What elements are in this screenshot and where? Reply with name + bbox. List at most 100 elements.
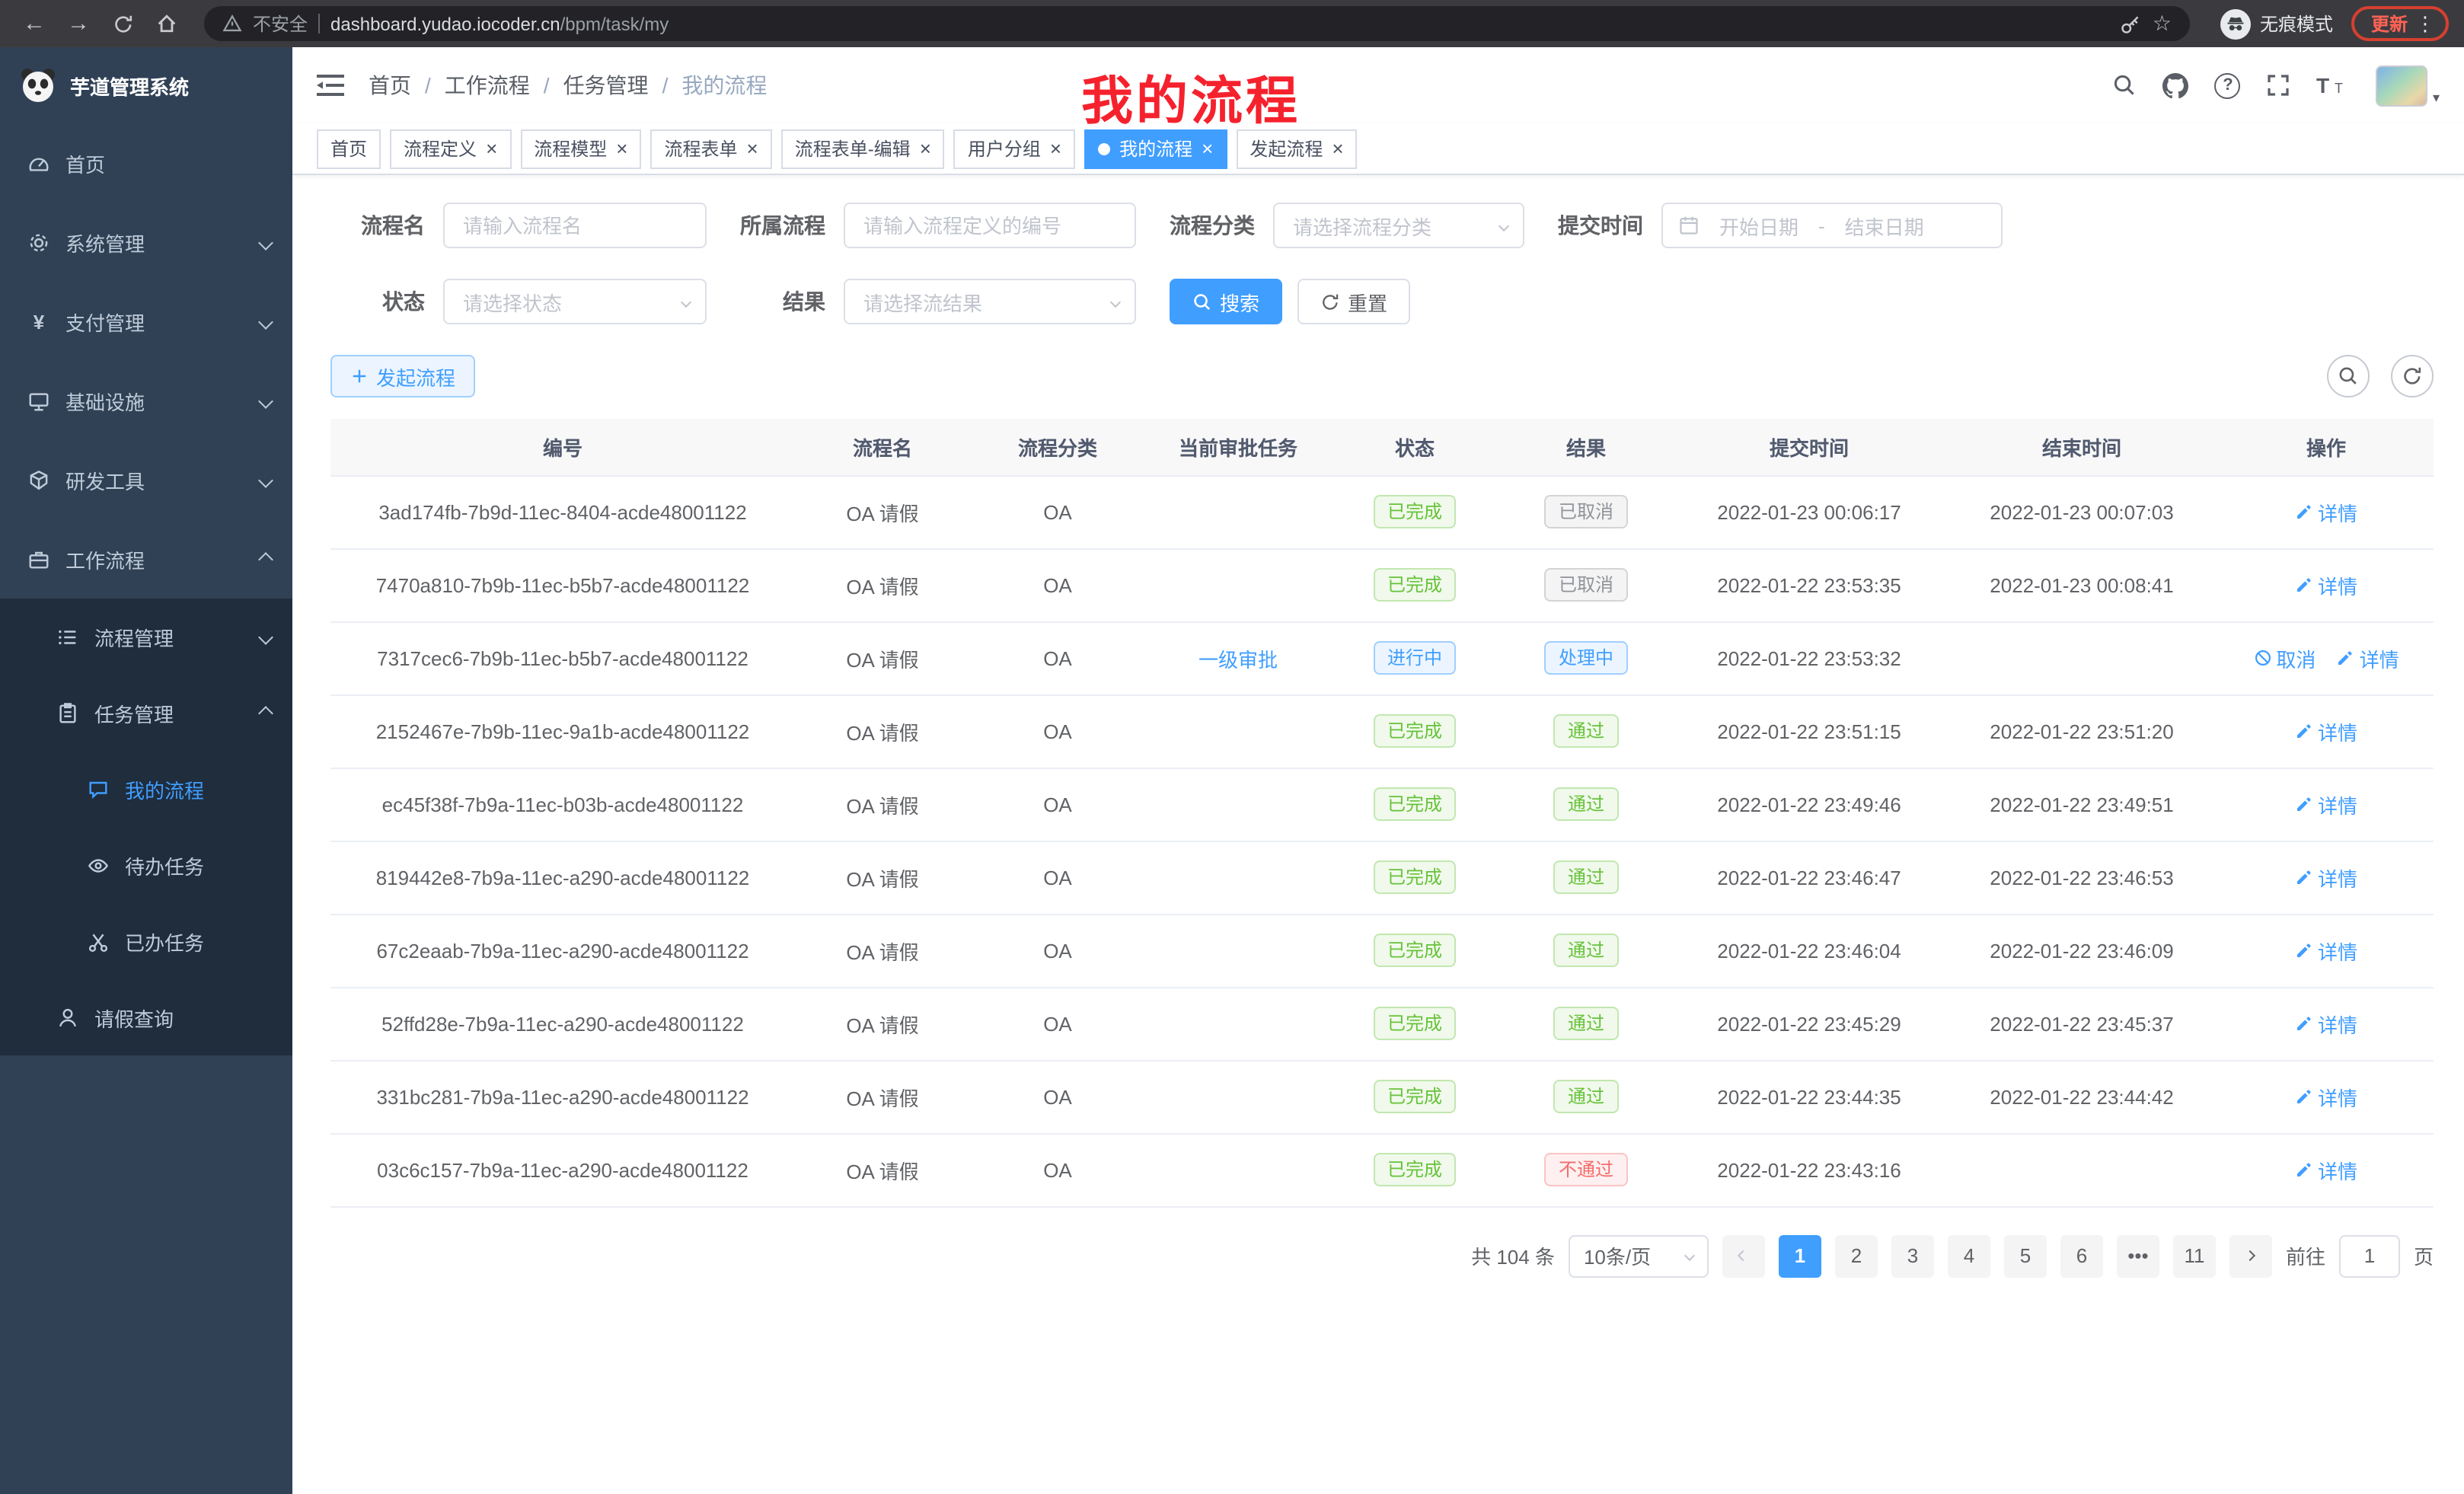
tab-close-icon[interactable]: ×: [920, 139, 931, 158]
cancel-link[interactable]: 取消: [2253, 643, 2316, 672]
submit-time-range-picker[interactable]: 开始日期 - 结束日期: [1661, 203, 2003, 248]
page-button-4[interactable]: 4: [1948, 1234, 1990, 1277]
avatar[interactable]: [2376, 65, 2428, 106]
sidebar-item-system[interactable]: 系统管理: [0, 203, 292, 282]
detail-link[interactable]: 详情: [2295, 936, 2357, 965]
tags-view-bar: 首页 流程定义× 流程模型× 流程表单× 流程表单-编辑× 用户分组× 我的流程…: [292, 123, 2464, 175]
end-time: 2022-01-22 23:46:09: [1990, 939, 2173, 962]
detail-link[interactable]: 详情: [2295, 1082, 2357, 1111]
tab-process-form-edit[interactable]: 流程表单-编辑×: [781, 129, 945, 168]
prev-page-button[interactable]: [1722, 1234, 1765, 1277]
tab-process-model[interactable]: 流程模型×: [520, 129, 641, 168]
submit-time: 2022-01-22 23:53:32: [1717, 646, 1901, 669]
tab-close-icon[interactable]: ×: [1202, 139, 1213, 158]
more-pages-button[interactable]: •••: [2117, 1234, 2159, 1277]
tab-close-icon[interactable]: ×: [747, 139, 758, 158]
process-name: OA 请假: [846, 648, 918, 671]
detail-link[interactable]: 详情: [2295, 1009, 2357, 1038]
sidebar-item-home[interactable]: 首页: [0, 123, 292, 203]
detail-link[interactable]: 详情: [2337, 643, 2399, 672]
detail-link[interactable]: 详情: [2295, 717, 2357, 745]
start-process-button[interactable]: 发起流程: [330, 355, 475, 397]
search-button[interactable]: 搜索: [1170, 279, 1282, 324]
fullscreen-icon[interactable]: [2267, 73, 2291, 97]
sidebar-item-leave-query[interactable]: 请假查询: [0, 979, 292, 1055]
chevron-down-icon: [681, 296, 691, 307]
url-text[interactable]: dashboard.yudao.iocoder.cn/bpm/task/my: [330, 13, 669, 34]
sidebar-item-process-management[interactable]: 流程管理: [0, 599, 292, 675]
font-size-icon[interactable]: TT: [2317, 73, 2348, 97]
browser-menu-icon[interactable]: ⋮: [2415, 11, 2435, 36]
password-key-icon[interactable]: [2121, 13, 2142, 34]
address-bar[interactable]: 不安全 dashboard.yudao.iocoder.cn/bpm/task/…: [204, 6, 2190, 41]
detail-link[interactable]: 详情: [2295, 1155, 2357, 1184]
tab-process-form[interactable]: 流程表单×: [650, 129, 771, 168]
chevron-down-icon: [258, 393, 273, 408]
sidebar-item-workflow[interactable]: 工作流程: [0, 519, 292, 599]
tab-home[interactable]: 首页: [317, 129, 381, 168]
page-size-select[interactable]: 10条/页: [1569, 1234, 1709, 1277]
sidebar-item-devtools[interactable]: 研发工具: [0, 440, 292, 519]
category-select[interactable]: 请选择流程分类: [1273, 203, 1524, 248]
detail-link[interactable]: 详情: [2295, 790, 2357, 819]
page-button-11[interactable]: 11: [2173, 1234, 2216, 1277]
app-logo[interactable]: 芋道管理系统: [0, 47, 292, 123]
hamburger-icon[interactable]: [317, 75, 344, 96]
detail-link[interactable]: 详情: [2295, 497, 2357, 526]
reset-button[interactable]: 重置: [1297, 279, 1410, 324]
incognito-badge[interactable]: 无痕模式: [2220, 8, 2333, 39]
refresh-table-button[interactable]: [2391, 355, 2434, 397]
tab-my-process[interactable]: 我的流程×: [1084, 129, 1227, 168]
chevron-down-icon: [258, 629, 273, 644]
current-task-link[interactable]: 一级审批: [1198, 643, 1278, 672]
sidebar-item-my-process[interactable]: 我的流程: [0, 751, 292, 827]
security-label[interactable]: 不安全: [253, 11, 308, 37]
forward-button[interactable]: →: [59, 5, 97, 43]
eye-icon: [85, 854, 111, 876]
tab-close-icon[interactable]: ×: [1050, 139, 1061, 158]
back-button[interactable]: ←: [15, 5, 53, 43]
page-button-1[interactable]: 1: [1779, 1234, 1821, 1277]
bookmark-star-icon[interactable]: ☆: [2153, 11, 2172, 37]
breadcrumb-home[interactable]: 首页: [369, 70, 411, 101]
page-button-2[interactable]: 2: [1835, 1234, 1878, 1277]
page-button-5[interactable]: 5: [2004, 1234, 2047, 1277]
detail-link[interactable]: 详情: [2295, 863, 2357, 892]
tab-process-definition[interactable]: 流程定义×: [390, 129, 511, 168]
process-id: 331bc281-7b9a-11ec-a290-acde48001122: [376, 1085, 748, 1108]
sidebar-item-todo-tasks[interactable]: 待办任务: [0, 827, 292, 903]
status-select[interactable]: 请选择状态: [443, 279, 707, 324]
header-search-icon[interactable]: [2113, 73, 2137, 97]
security-warning-icon[interactable]: [222, 14, 242, 34]
sidebar-item-infrastructure[interactable]: 基础设施: [0, 361, 292, 440]
chevron-right-icon: [2245, 1250, 2256, 1261]
start-date-placeholder[interactable]: 开始日期: [1712, 211, 1806, 240]
reload-button[interactable]: [104, 5, 142, 43]
sidebar-item-payment[interactable]: ¥ 支付管理: [0, 282, 292, 361]
process-name-input[interactable]: [443, 203, 707, 248]
next-page-button[interactable]: [2229, 1234, 2272, 1277]
breadcrumb-workflow[interactable]: 工作流程: [445, 70, 530, 101]
browser-update-button[interactable]: 更新 ⋮: [2351, 6, 2449, 41]
home-button[interactable]: [148, 5, 186, 43]
sidebar-item-done-tasks[interactable]: 已办任务: [0, 903, 292, 979]
end-date-placeholder[interactable]: 结束日期: [1837, 211, 1932, 240]
goto-page-input[interactable]: [2339, 1234, 2400, 1277]
tab-close-icon[interactable]: ×: [1332, 139, 1343, 158]
user-menu[interactable]: ▾: [2376, 65, 2440, 106]
tab-close-icon[interactable]: ×: [486, 139, 497, 158]
detail-link[interactable]: 详情: [2295, 570, 2357, 599]
tab-start-process[interactable]: 发起流程×: [1236, 129, 1357, 168]
page-button-3[interactable]: 3: [1891, 1234, 1934, 1277]
tab-user-group[interactable]: 用户分组×: [954, 129, 1075, 168]
toggle-search-button[interactable]: [2327, 355, 2370, 397]
sidebar-item-task-management[interactable]: 任务管理: [0, 675, 292, 751]
tab-close-icon[interactable]: ×: [616, 139, 627, 158]
github-icon[interactable]: [2163, 72, 2189, 98]
breadcrumb-task-management[interactable]: 任务管理: [563, 70, 649, 101]
page-button-6[interactable]: 6: [2060, 1234, 2103, 1277]
result-select[interactable]: 请选择流结果: [844, 279, 1136, 324]
help-icon[interactable]: ?: [2215, 72, 2241, 98]
result-badge: 通过: [1554, 1007, 1618, 1040]
process-def-input[interactable]: [844, 203, 1136, 248]
